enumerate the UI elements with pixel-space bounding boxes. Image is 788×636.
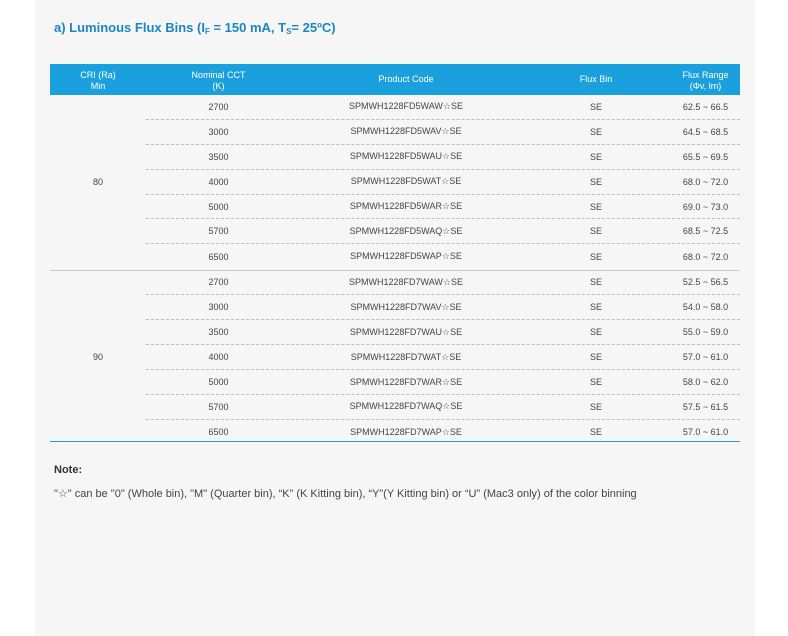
flux-range-cell: 62.5 ~ 66.5: [682, 101, 729, 112]
flux-range-cell: 68.0 ~ 72.0: [682, 176, 729, 187]
product-code-cell: SPMWH1228FD7WAR☆SE: [349, 376, 463, 387]
datasheet-page: a) Luminous Flux Bins (IF = 150 mA, TS= …: [35, 0, 755, 636]
flux-bin-cell: SE: [589, 352, 602, 363]
flux-range-cell: 64.5 ~ 68.5: [682, 126, 729, 137]
header-cct-line1: Nominal CCT: [191, 70, 246, 80]
flux-range-cell: 57.0 ~ 61.0: [682, 352, 729, 363]
flux-range-cell: 52.5 ~ 56.5: [682, 277, 729, 288]
product-code-cell: SPMWH1228FD5WAV☆SE: [350, 126, 462, 137]
table-row: 5700 SPMWH1228FD5WAQ☆SE SE 68.5 ~ 72.5: [146, 220, 740, 245]
cct-cell: 3000: [208, 126, 229, 137]
header-cct: Nominal CCT (K): [146, 64, 291, 95]
header-flux-line1: Flux Range: [682, 70, 729, 80]
flux-range-cell: 55.0 ~ 59.0: [682, 327, 729, 338]
product-code-cell: SPMWH1228FD5WAT☆SE: [350, 176, 462, 187]
flux-bin-cell: SE: [589, 302, 602, 313]
flux-range-cell: 57.5 ~ 61.5: [682, 401, 729, 412]
cct-cell: 3500: [208, 327, 229, 338]
cct-cell: 4000: [208, 176, 229, 187]
product-code-cell: SPMWH1228FD5WAU☆SE: [349, 151, 463, 162]
table-header: CRI (Ra) Min Nominal CCT (K) Product Cod…: [50, 64, 740, 95]
table-row: 4000 SPMWH1228FD7WAT☆SE SE 57.0 ~ 61.0: [146, 345, 740, 371]
flux-bin-table: CRI (Ra) Min Nominal CCT (K) Product Cod…: [50, 64, 740, 444]
table-row: 3000 SPMWH1228FD7WAV☆SE SE 54.0 ~ 58.0: [146, 295, 740, 321]
table-row: 4000 SPMWH1228FD5WAT☆SE SE 68.0 ~ 72.0: [146, 170, 740, 195]
cct-cell: 6500: [208, 251, 229, 262]
flux-range-cell: 68.5 ~ 72.5: [682, 226, 729, 237]
header-cri-line1: CRI (Ra): [80, 70, 116, 80]
product-code-cell: SPMWH1228FD5WAQ☆SE: [349, 225, 463, 236]
product-code-cell: SPMWH1228FD7WAT☆SE: [350, 351, 462, 362]
section-heading: a) Luminous Flux Bins (IF = 150 mA, TS= …: [54, 20, 336, 36]
table-row: 2700 SPMWH1228FD5WAW☆SE SE 62.5 ~ 66.5: [146, 95, 740, 120]
cct-cell: 3000: [208, 302, 229, 313]
product-code-cell: SPMWH1228FD7WAW☆SE: [349, 276, 463, 287]
table-row: 3500 SPMWH1228FD7WAU☆SE SE 55.0 ~ 59.0: [146, 320, 740, 346]
cct-cell: 5000: [208, 377, 229, 388]
product-code-cell: SPMWH1228FD7WAQ☆SE: [349, 401, 463, 412]
flux-range-cell: 58.0 ~ 62.0: [682, 377, 729, 388]
flux-range-cell: 68.0 ~ 72.0: [682, 251, 729, 262]
flux-bin-cell: SE: [589, 401, 602, 412]
note-text: "☆" can be "0" (Whole bin), "M" (Quarter…: [54, 488, 637, 500]
cct-cell: 5700: [208, 226, 229, 237]
header-product-code: Product Code: [378, 74, 434, 84]
cct-cell: 5000: [208, 201, 229, 212]
table-row: 2700 SPMWH1228FD7WAW☆SE SE 52.5 ~ 56.5: [146, 271, 740, 296]
flux-bin-cell: SE: [589, 251, 602, 262]
table-row: 5700 SPMWH1228FD7WAQ☆SE SE 57.5 ~ 61.5: [146, 395, 740, 420]
heading-mid: = 150 mA, T: [209, 20, 287, 35]
flux-range-cell: 65.5 ~ 69.5: [682, 151, 729, 162]
table-row: 5000 SPMWH1228FD7WAR☆SE SE 58.0 ~ 62.0: [146, 370, 740, 395]
cct-cell: 4000: [208, 352, 229, 363]
note-title: Note:: [54, 464, 83, 476]
table-row: 3000 SPMWH1228FD5WAV☆SE SE 64.5 ~ 68.5: [146, 120, 740, 145]
flux-bin-cell: SE: [589, 201, 602, 212]
flux-bin-cell: SE: [589, 176, 602, 187]
flux-bin-cell: SE: [589, 277, 602, 288]
header-cri: CRI (Ra) Min: [50, 64, 146, 95]
table-row: 5000 SPMWH1228FD5WAR☆SE SE 69.0 ~ 73.0: [146, 195, 740, 220]
product-code-cell: SPMWH1228FD5WAP☆SE: [350, 251, 462, 262]
header-cct-line2: (K): [212, 81, 225, 91]
flux-bin-cell: SE: [589, 377, 602, 388]
cct-cell: 2700: [208, 277, 229, 288]
cri-group: 90 2700 SPMWH1228FD7WAW☆SE SE 52.5 ~ 56.5 300…: [50, 269, 740, 445]
header-cri-line2: Min: [90, 81, 106, 91]
cri-value: 90: [92, 352, 103, 363]
cct-cell: 5700: [208, 401, 229, 412]
flux-bin-cell: SE: [589, 151, 602, 162]
product-code-cell: SPMWH1228FD5WAW☆SE: [349, 101, 463, 112]
header-flux-bin: Flux Bin: [579, 74, 613, 84]
cri-value: 80: [92, 177, 103, 188]
heading-suffix: = 25ºC): [291, 20, 336, 35]
table-row: 6500 SPMWH1228FD5WAP☆SE SE 68.0 ~ 72.0: [146, 244, 740, 269]
product-code-cell: SPMWH1228FD7WAV☆SE: [350, 301, 462, 312]
flux-range-cell: 54.0 ~ 58.0: [682, 302, 729, 313]
cct-cell: 3500: [208, 151, 229, 162]
heading-prefix: a) Luminous Flux Bins (I: [54, 20, 205, 35]
cri-group: 80 2700 SPMWH1228FD5WAW☆SE SE 62.5 ~ 66.5 300…: [50, 95, 740, 270]
table-row: 3500 SPMWH1228FD5WAU☆SE SE 65.5 ~ 69.5: [146, 145, 740, 170]
product-code-cell: SPMWH1228FD7WAU☆SE: [349, 326, 463, 337]
table-bottom-rule: [50, 441, 740, 442]
flux-bin-cell: SE: [589, 126, 602, 137]
cct-cell: 2700: [208, 101, 229, 112]
table-body: 80 2700 SPMWH1228FD5WAW☆SE SE 62.5 ~ 66.5 300…: [50, 95, 740, 444]
product-code-cell: SPMWH1228FD5WAR☆SE: [349, 201, 463, 212]
flux-bin-cell: SE: [589, 101, 602, 112]
header-flux-line2: (Φv, lm): [689, 81, 722, 91]
flux-bin-cell: SE: [589, 226, 602, 237]
flux-range-cell: 69.0 ~ 73.0: [682, 201, 729, 212]
flux-bin-cell: SE: [589, 327, 602, 338]
header-flux-range: Flux Range (Φv, lm): [671, 64, 740, 95]
